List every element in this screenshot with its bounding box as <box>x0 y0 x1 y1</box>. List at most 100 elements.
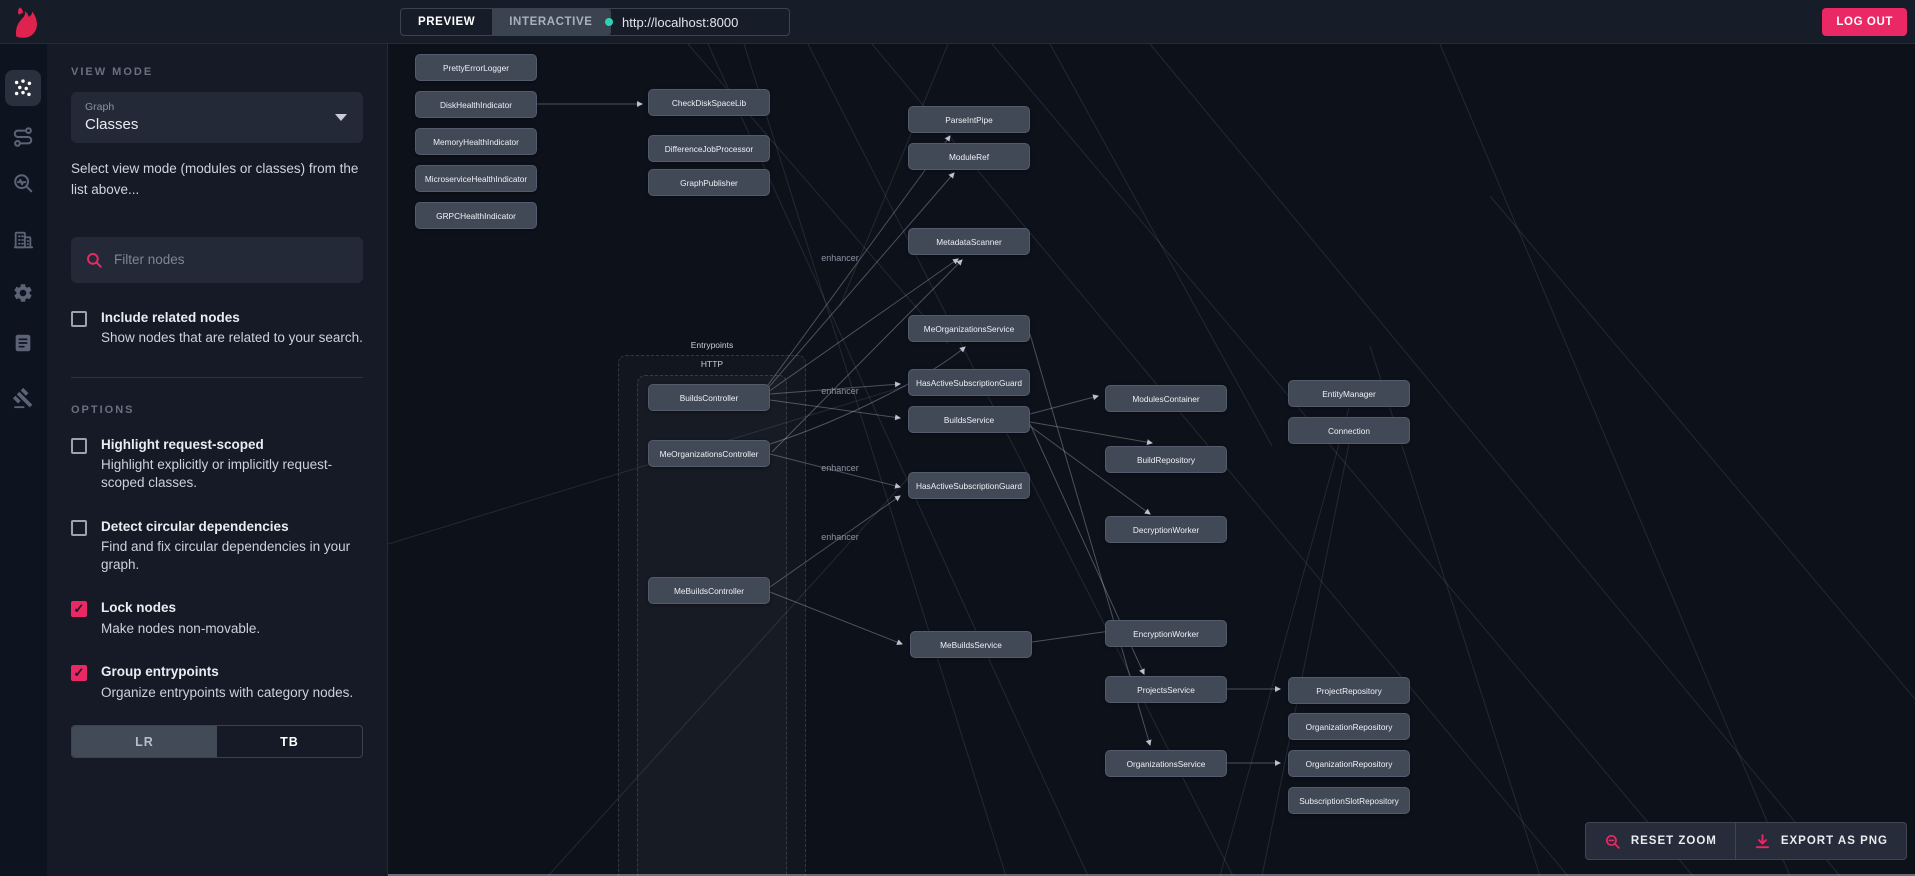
graph-node-connection[interactable]: Connection <box>1288 417 1410 444</box>
gear-icon <box>14 284 32 302</box>
rail-item-modules[interactable] <box>5 222 41 258</box>
rail-item-graph[interactable] <box>5 70 41 106</box>
rail-item-inspect[interactable] <box>5 165 41 201</box>
graph-node-checkDiskSpaceLib[interactable]: CheckDiskSpaceLib <box>648 89 770 116</box>
graph-select-value: Classes <box>85 116 139 133</box>
graph-node-modulesContainer[interactable]: ModulesContainer <box>1105 385 1227 412</box>
top-bar: PREVIEW INTERACTIVE http://localhost:800… <box>0 0 1915 44</box>
graph-node-buildsController[interactable]: BuildsController <box>648 384 770 411</box>
rail-item-audit[interactable] <box>5 380 41 416</box>
building-icon <box>13 231 34 249</box>
options-heading: OPTIONS <box>71 403 135 416</box>
canvas-controls: RESET ZOOM EXPORT AS PNG <box>1584 822 1907 860</box>
group-entrypoints-checkbox[interactable]: ✓ <box>71 665 87 682</box>
export-png-label: EXPORT AS PNG <box>1780 835 1888 847</box>
graph-node-entityManager[interactable]: EntityManager <box>1288 380 1410 407</box>
include-related-checkbox[interactable]: ✓ <box>71 310 87 327</box>
sidebar-panel: VIEW MODE Graph Classes Select view mode… <box>47 44 388 876</box>
zoom-reset-icon <box>1605 834 1620 849</box>
graph-node-memoryHealthIndicator[interactable]: MemoryHealthIndicator <box>415 128 537 155</box>
detect-circular-checkbox[interactable]: ✓ <box>71 519 87 536</box>
graph-node-meOrganizationsController[interactable]: MeOrganizationsController <box>648 440 770 467</box>
graph-node-organizationRepository1[interactable]: OrganizationRepository <box>1288 713 1410 740</box>
include-related-description: Show nodes that are related to your sear… <box>101 330 363 346</box>
graph-node-meBuildsController[interactable]: MeBuildsController <box>648 577 770 604</box>
search-icon <box>87 252 102 268</box>
search-activity-icon <box>14 174 33 193</box>
download-icon <box>1755 833 1769 848</box>
chevron-down-icon <box>335 114 347 121</box>
option-description: Find and fix circular dependencies in yo… <box>101 539 351 572</box>
graph-node-prettyErrorLogger[interactable]: PrettyErrorLogger <box>415 54 537 81</box>
status-dot-icon <box>605 18 613 26</box>
preview-mode-tabs: PREVIEW INTERACTIVE <box>400 8 611 36</box>
filter-nodes-input[interactable] <box>114 252 334 268</box>
app-url-field[interactable]: http://localhost:8000 <box>592 8 790 36</box>
view-mode-description: Select view mode (modules or classes) fr… <box>71 161 359 197</box>
rail-item-routes[interactable] <box>5 119 41 155</box>
graph-node-buildsService[interactable]: BuildsService <box>908 406 1030 433</box>
app-url-text: http://localhost:8000 <box>622 14 739 30</box>
option-description: Organize entrypoints with category nodes… <box>101 684 354 700</box>
graph-node-hasActiveSubscriptionGuard1[interactable]: HasActiveSubscriptionGuard <box>908 369 1030 396</box>
icon-rail <box>0 44 47 876</box>
graph-canvas[interactable]: Entrypoints HTTP RESET ZOOM EXPORT AS PN… <box>388 44 1915 876</box>
graph-node-projectsService[interactable]: ProjectsService <box>1105 676 1227 703</box>
reset-zoom-label: RESET ZOOM <box>1630 835 1717 847</box>
graph-node-hasActiveSubscriptionGuard2[interactable]: HasActiveSubscriptionGuard <box>908 472 1030 499</box>
graph-node-meBuildsService[interactable]: MeBuildsService <box>910 631 1032 658</box>
graph-node-organizationRepository2[interactable]: OrganizationRepository <box>1288 750 1410 777</box>
rail-item-settings[interactable] <box>5 275 41 311</box>
graph-node-subscriptionSlotRepository[interactable]: SubscriptionSlotRepository <box>1288 787 1410 814</box>
option-title: Group entrypoints <box>101 664 219 680</box>
graph-node-organizationsService[interactable]: OrganizationsService <box>1105 750 1227 777</box>
direction-lr-button[interactable]: LR <box>72 726 217 758</box>
edge-label-enhancer: enhancer <box>821 386 859 396</box>
graph-node-diskHealthIndicator[interactable]: DiskHealthIndicator <box>415 91 537 118</box>
graph-node-buildRepository[interactable]: BuildRepository <box>1105 446 1227 473</box>
graph-node-projectRepository[interactable]: ProjectRepository <box>1288 677 1410 704</box>
graph-node-microserviceHealthIndicator[interactable]: MicroserviceHealthIndicator <box>415 165 537 192</box>
nestjs-logo <box>16 7 37 38</box>
graph-node-grpcHealthIndicator[interactable]: GRPCHealthIndicator <box>415 202 537 229</box>
option-row-highlight-request-scoped: ✓ Highlight request-scoped Highlight exp… <box>71 436 363 492</box>
export-png-button[interactable]: EXPORT AS PNG <box>1734 823 1906 859</box>
graph-node-encryptionWorker[interactable]: EncryptionWorker <box>1105 620 1227 647</box>
option-title: Highlight request-scoped <box>101 436 264 452</box>
option-description: Highlight explicitly or implicitly reque… <box>101 457 333 491</box>
reset-zoom-button[interactable]: RESET ZOOM <box>1586 823 1735 859</box>
graph-select-label: Graph <box>85 101 115 113</box>
highlight-request-scoped-checkbox[interactable]: ✓ <box>71 437 87 454</box>
option-title: Detect circular dependencies <box>101 518 289 534</box>
graph-node-differenceJobProcessor[interactable]: DifferenceJobProcessor <box>648 135 770 162</box>
graph-node-graphPublisher[interactable]: GraphPublisher <box>648 169 770 196</box>
lock-nodes-checkbox[interactable]: ✓ <box>71 601 87 618</box>
layout-direction-toggle: LR TB <box>71 725 363 759</box>
edge-label-enhancer: enhancer <box>821 253 859 263</box>
direction-tb-button[interactable]: TB <box>217 726 362 757</box>
graph-node-decryptionWorker[interactable]: DecryptionWorker <box>1105 516 1227 543</box>
graph-mode-select[interactable]: Graph Classes <box>71 92 363 143</box>
option-row-detect-circular: ✓ Detect circular dependencies Find and … <box>71 518 363 574</box>
rail-item-docs[interactable] <box>5 325 41 361</box>
option-description: Make nodes non-movable. <box>101 620 261 636</box>
option-row-group-entrypoints: ✓ Group entrypoints Organize entrypoints… <box>71 663 363 701</box>
graph-node-meOrganizationsService[interactable]: MeOrganizationsService <box>908 315 1030 342</box>
route-icon <box>13 127 33 147</box>
gavel-icon <box>12 387 33 409</box>
option-row-lock-nodes: ✓ Lock nodes Make nodes non-movable. <box>71 599 363 637</box>
graph-node-metadataScanner[interactable]: MetadataScanner <box>908 228 1030 255</box>
document-icon <box>15 334 31 352</box>
graph-node-moduleRef[interactable]: ModuleRef <box>908 143 1030 170</box>
edge-label-enhancer: enhancer <box>821 463 859 473</box>
option-title: Lock nodes <box>101 600 177 616</box>
sidebar-divider <box>71 376 363 378</box>
logout-button[interactable]: LOG OUT <box>1822 8 1907 36</box>
include-related-row: ✓ Include related nodes Show nodes that … <box>71 309 363 347</box>
view-mode-heading: VIEW MODE <box>71 66 154 78</box>
graph-node-parseIntPipe[interactable]: ParseIntPipe <box>908 106 1030 133</box>
edge-label-enhancer: enhancer <box>821 532 859 542</box>
filter-nodes-box <box>71 236 363 283</box>
scatter-graph-icon <box>14 79 32 97</box>
tab-preview[interactable]: PREVIEW <box>401 9 492 35</box>
